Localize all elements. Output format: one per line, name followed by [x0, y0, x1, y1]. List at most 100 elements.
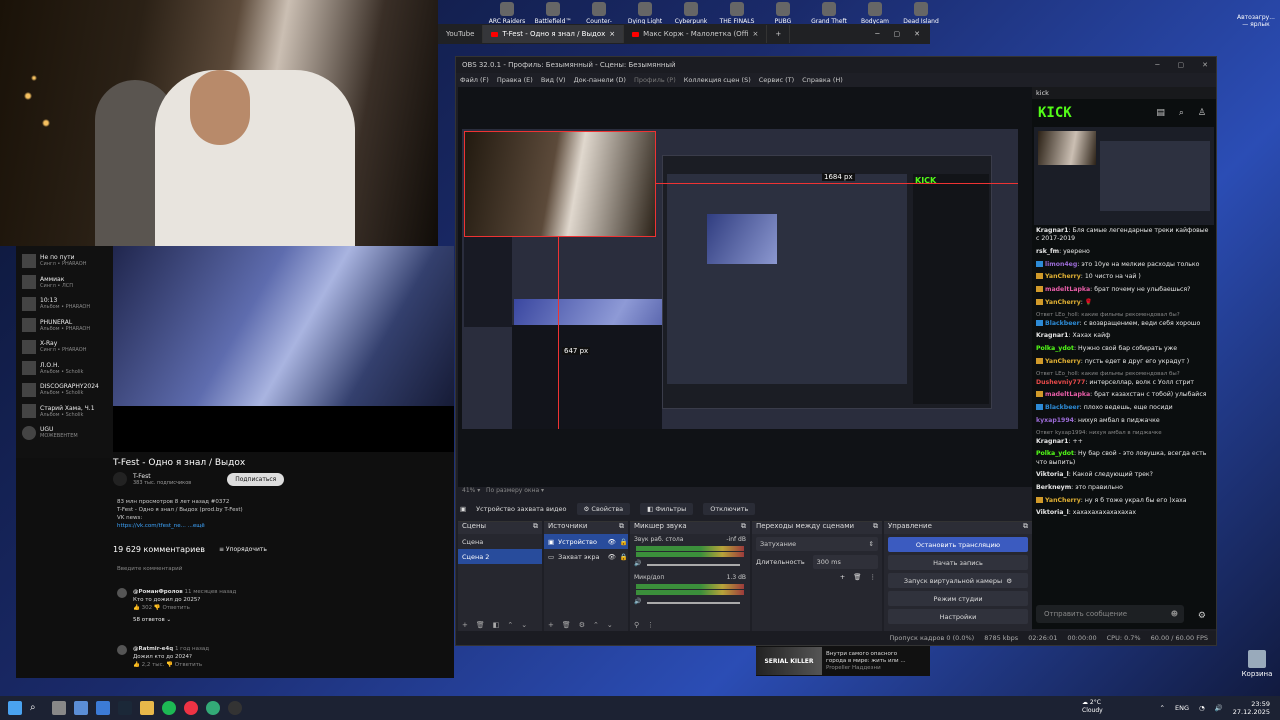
task-view-icon[interactable] — [52, 701, 66, 715]
minimize-icon[interactable]: ─ — [875, 30, 879, 38]
add-icon[interactable]: + — [840, 573, 845, 581]
recycle-bin[interactable]: Корзина — [1240, 650, 1274, 678]
replies-toggle[interactable]: 58 ответов — [133, 617, 165, 623]
gear-icon[interactable]: ⚙ — [1006, 577, 1012, 585]
eye-icon[interactable]: 👁 — [608, 538, 616, 546]
wifi-icon[interactable]: ◔ — [1199, 704, 1205, 712]
chat-username[interactable]: Blackbeer — [1045, 320, 1080, 327]
list-item[interactable]: UGU МОЖЕВЕНТЕМ — [16, 422, 113, 444]
start-record-button[interactable]: Начать запись — [888, 555, 1028, 570]
kick-logo[interactable]: KICK — [1038, 105, 1072, 121]
menu-icon[interactable]: ⋮ — [647, 621, 654, 629]
widgets-icon[interactable] — [74, 701, 88, 715]
desktop-shortcut[interactable]: Автозагру... — ярлык — [1234, 14, 1278, 28]
webcam-source-selected[interactable] — [464, 131, 656, 237]
chat-username[interactable]: YanCherry — [1045, 299, 1081, 306]
search-icon[interactable]: ⌕ — [30, 701, 44, 715]
browser-icon[interactable] — [206, 701, 220, 715]
video-description[interactable]: 83 млн просмотров 8 лет назад #0372 T-Fe… — [117, 498, 317, 530]
clock[interactable]: 23:59 27.12.2025 — [1233, 700, 1270, 716]
list-item[interactable]: Л.О.Н. Альбом • Scholik — [16, 358, 113, 380]
popout-icon[interactable]: ⧉ — [741, 522, 746, 534]
youtube-recommendation[interactable]: SERIAL KILLER Внутри самого опасного горо… — [756, 646, 930, 676]
menu-edit[interactable]: Правка (E) — [497, 76, 533, 84]
app-icon[interactable] — [96, 701, 110, 715]
virtual-camera-button[interactable]: Запуск виртуальной камеры ⚙ — [888, 573, 1028, 588]
chat-input[interactable]: Отправить сообщение ☻ — [1036, 605, 1184, 623]
chat-username[interactable]: madeltLapka — [1045, 391, 1090, 398]
volume-icon[interactable]: 🔊 — [1215, 704, 1223, 712]
up-icon[interactable]: ⌃ — [507, 621, 513, 629]
browse-icon[interactable]: ▤ — [1156, 108, 1165, 118]
subscribe-button[interactable]: Подписаться — [227, 472, 285, 486]
down-icon[interactable]: ⌄ — [521, 621, 527, 629]
duration-input[interactable]: 300 ms — [812, 554, 878, 569]
maximize-icon[interactable]: ▢ — [894, 30, 901, 38]
popout-icon[interactable]: ⧉ — [873, 522, 878, 534]
lock-icon[interactable]: 🔒 — [620, 553, 628, 561]
menu-tools[interactable]: Сервис (T) — [759, 76, 794, 84]
like-button[interactable]: 👍 302 — [133, 605, 152, 611]
source-item-selected[interactable]: ▣ Устройство 👁 🔒 — [544, 534, 628, 549]
chat-username[interactable]: rsk_fm — [1036, 248, 1059, 255]
chat-username[interactable]: Viktoria_l — [1036, 509, 1069, 516]
obs-icon[interactable] — [228, 701, 242, 715]
menu-help[interactable]: Справка (H) — [802, 76, 843, 84]
chat-username[interactable]: kyxap1994 — [1036, 417, 1074, 424]
chat-username[interactable]: YanCherry — [1045, 273, 1081, 280]
trash-icon[interactable]: 🗑 — [853, 573, 861, 581]
browser-tab-active[interactable]: T-Fest - Одно я знал / Выдох × — [483, 25, 625, 43]
speaker-icon[interactable]: 🔊 — [634, 598, 641, 608]
avatar[interactable] — [117, 645, 127, 655]
like-button[interactable]: 👍 2,2 тыс. — [133, 662, 164, 668]
avatar[interactable] — [117, 588, 127, 598]
speaker-icon[interactable]: 🔊 — [634, 560, 641, 570]
close-icon[interactable]: ✕ — [1202, 61, 1208, 69]
trash-icon[interactable]: 🗑 — [476, 621, 485, 629]
video-player[interactable] — [113, 246, 454, 406]
filter-icon[interactable]: ◧ — [493, 621, 500, 629]
steam-icon[interactable] — [118, 701, 132, 715]
browser-tab[interactable]: Макс Корж - Малолетка (Offi × — [624, 25, 768, 43]
description-link[interactable]: https://vk.com/tfest_ne... ...ещё — [117, 523, 205, 529]
list-item[interactable]: X-Ray Сингл • PHARAOH — [16, 336, 113, 358]
list-item[interactable]: Старий Хама, Ч.1 Альбом • Scholik — [16, 401, 113, 423]
chat-username[interactable]: YanCherry — [1045, 497, 1081, 504]
list-item[interactable]: PHUNERAL Альбом • PHARAOH — [16, 315, 113, 337]
reply-button[interactable]: Ответить — [175, 662, 202, 668]
minimize-icon[interactable]: ─ — [1155, 61, 1159, 69]
chat-username[interactable]: Kragnar1 — [1036, 227, 1068, 234]
down-icon[interactable]: ⌄ — [607, 621, 613, 629]
studio-mode-button[interactable]: Режим студии — [888, 591, 1028, 606]
stream-thumbnail[interactable] — [1034, 127, 1214, 225]
chat-username[interactable]: limon4eg — [1045, 261, 1077, 268]
chat-username[interactable]: Kragnar1 — [1036, 332, 1068, 339]
link-icon[interactable]: ⚲ — [634, 621, 639, 629]
list-item[interactable]: Аммиак Сингл • ЛСП — [16, 272, 113, 294]
chat-username[interactable]: Berkneym — [1036, 484, 1071, 491]
zoom-control[interactable]: 41% ▾ По размеру окна ▾ — [462, 487, 544, 494]
transition-select[interactable]: Затухание ⇕ — [756, 537, 878, 551]
deactivate-button[interactable]: Отключить — [703, 503, 756, 515]
menu-view[interactable]: Вид (V) — [541, 76, 566, 84]
chrome-icon[interactable] — [184, 701, 198, 715]
chat-username[interactable]: Polka_ydot — [1036, 345, 1074, 352]
menu-profile[interactable]: Профиль (P) — [634, 76, 676, 84]
popout-icon[interactable]: ⧉ — [619, 522, 624, 534]
add-icon[interactable]: + — [462, 621, 468, 629]
list-item[interactable]: Не по пути Сингл • PHARAOH — [16, 250, 113, 272]
sort-button[interactable]: ≡ Упорядочить — [219, 546, 267, 553]
channel-avatar[interactable] — [113, 472, 127, 486]
language-indicator[interactable]: ENG — [1175, 704, 1189, 712]
reply-button[interactable]: Ответить — [162, 605, 189, 611]
chat-username[interactable]: Polka_ydot — [1036, 450, 1074, 457]
gear-icon[interactable]: ⚙ — [579, 621, 585, 629]
obs-preview[interactable]: KICK 1684 px 647 px 41% ▾ По размеру окн… — [458, 87, 1032, 494]
volume-slider[interactable]: 🔊 — [630, 596, 750, 610]
trash-icon[interactable]: 🗑 — [562, 621, 571, 629]
eye-icon[interactable]: 👁 — [608, 553, 616, 561]
properties-button[interactable]: ⚙ Свойства — [576, 503, 631, 515]
chat-username[interactable]: Viktoria_l — [1036, 471, 1069, 478]
chat-username[interactable]: Kragnar1 — [1036, 438, 1068, 445]
menu-file[interactable]: Файл (F) — [460, 76, 489, 84]
